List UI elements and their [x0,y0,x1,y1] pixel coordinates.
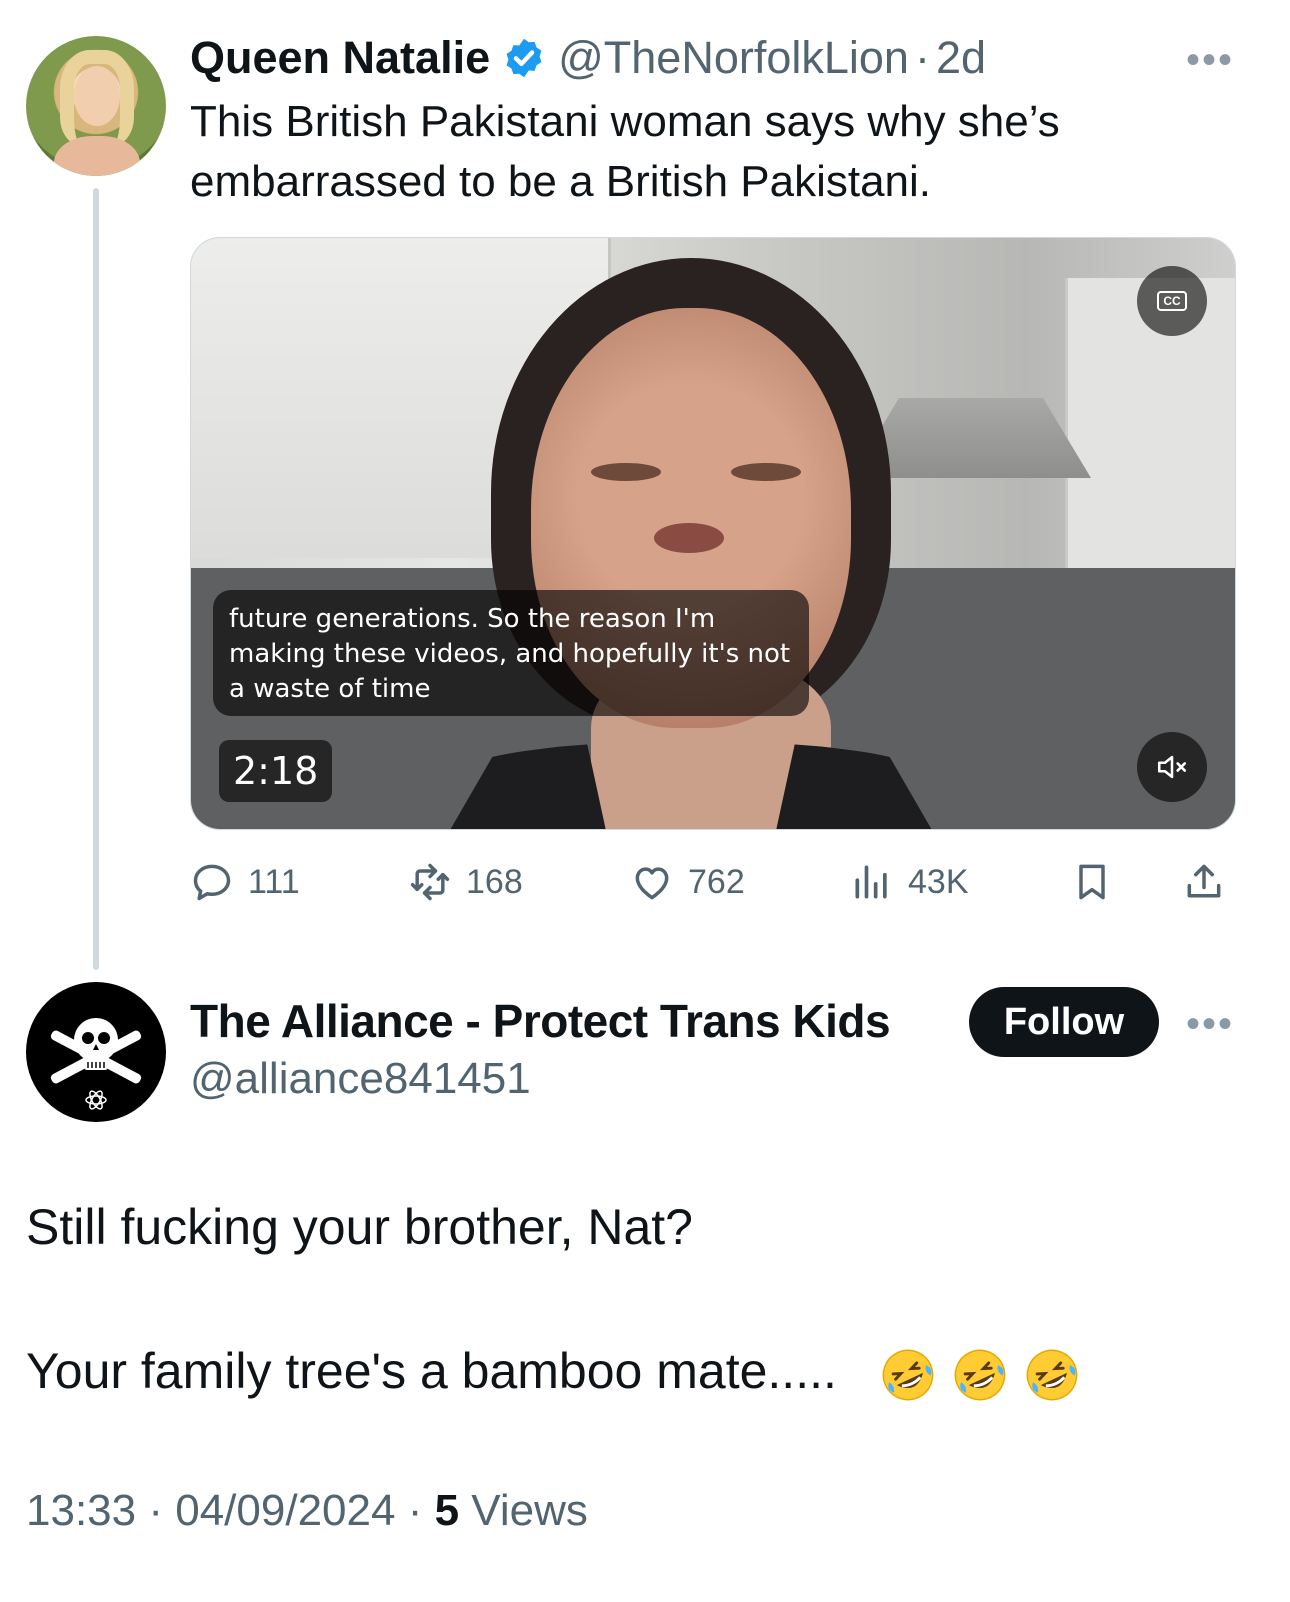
repost-count: 168 [466,862,523,901]
rofl-emoji [1026,1349,1078,1401]
tweet2-line-1: Still fucking your brother, Nat? [26,1199,693,1255]
cc-icon: CC [1157,291,1187,311]
views-icon [855,865,887,899]
tweet2-views-label: Views [471,1486,588,1535]
tweet2-author-name[interactable]: The Alliance - Protect Trans Kids [190,994,891,1048]
cc-button[interactable]: CC [1137,266,1207,336]
rofl-emoji [954,1349,1006,1401]
views-count: 43K [908,862,969,901]
like-count: 762 [688,862,745,901]
skull-crossbones-icon [50,1018,142,1110]
tweet1-handle[interactable]: @TheNorfolkLion [558,32,909,84]
repost-button[interactable]: 168 [408,852,523,912]
views-button[interactable]: 43K [850,852,969,912]
tweet2-line-2: Your family tree's a bamboo mate..... [26,1342,1081,1404]
avatar-the-alliance[interactable] [26,982,166,1122]
mute-button[interactable] [1137,732,1207,802]
tweet2-views-count: 5 [434,1486,460,1535]
follow-button[interactable]: Follow [969,987,1159,1057]
video-player[interactable]: future generations. So the reason I'm ma… [190,237,1236,830]
video-duration: 2:18 [219,740,333,802]
repost-icon [410,863,450,901]
more-icon[interactable]: ••• [1186,1004,1234,1044]
bookmark-button[interactable] [1070,852,1128,912]
more-icon[interactable]: ••• [1186,40,1234,80]
tweet1-author-name[interactable]: Queen Natalie [190,32,490,84]
reply-icon [193,864,231,901]
avatar-queen-natalie[interactable] [26,36,166,176]
tweet2-handle[interactable]: @alliance841451 [190,1054,531,1104]
like-button[interactable]: 762 [630,852,745,912]
like-icon [635,867,669,900]
video-caption: future generations. So the reason I'm ma… [213,590,809,716]
bookmark-icon [1079,864,1105,900]
share-button[interactable] [1182,852,1240,912]
share-icon [1187,864,1221,898]
reply-button[interactable]: 111 [190,852,300,912]
reply-count: 111 [248,862,300,901]
rofl-emoji [882,1349,934,1401]
tweet2-meta: 13:33 · 04/09/2024 · 5 Views [26,1486,588,1535]
tweet1-time[interactable]: 2d [936,32,986,84]
tweet1-header: Queen Natalie @TheNorfolkLion · 2d [190,30,986,86]
tweet1-separator: · [914,32,930,83]
tweet1-text: This British Pakistani woman says why sh… [190,97,1060,206]
tweet1-actions: 111 168 762 43K [190,852,1236,912]
tweet2-date[interactable]: 04/09/2024 [175,1486,395,1535]
tweet2-time[interactable]: 13:33 [26,1486,136,1535]
verified-badge-icon [506,38,542,78]
thread-line [93,188,99,970]
mute-icon [1157,755,1187,779]
